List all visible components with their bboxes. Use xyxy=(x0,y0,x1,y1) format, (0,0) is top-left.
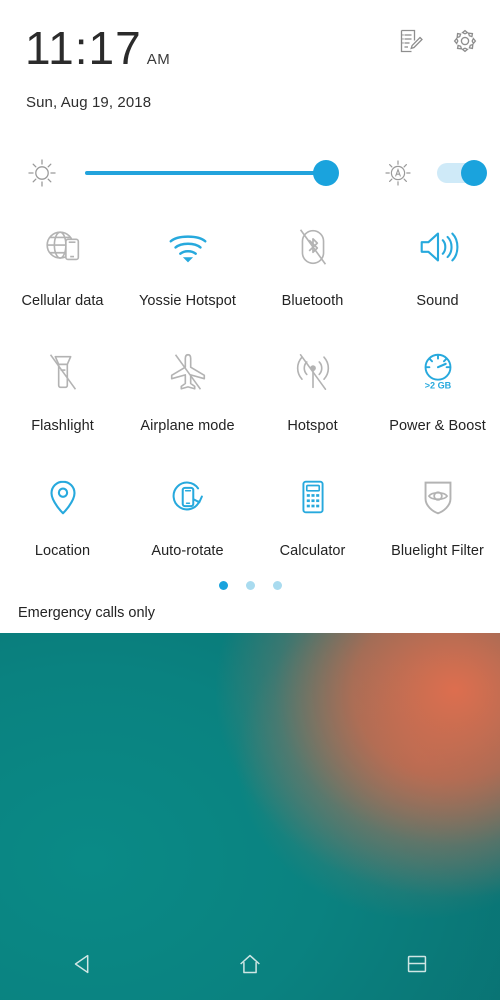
brightness-slider[interactable] xyxy=(85,160,343,186)
tile-airplane-mode[interactable]: Airplane mode xyxy=(125,340,250,465)
cellular-data-icon xyxy=(35,221,91,273)
clock-ampm: AM xyxy=(146,51,171,68)
tile-label: Hotspot xyxy=(287,418,338,434)
tile-label: Bluetooth xyxy=(281,293,344,309)
power-boost-icon: >2 GB xyxy=(410,346,466,398)
tile-label: Sound xyxy=(416,293,459,309)
tile-label: Airplane mode xyxy=(140,418,235,434)
tile-row: Location Auto-rotate Calculator Blueligh… xyxy=(0,465,500,590)
phone-screen: 11:17 AM Sun, Aug 19, 2018 Cellular data… xyxy=(0,0,500,1000)
airplane-off-icon xyxy=(160,346,216,398)
clock-time: 11:17 xyxy=(25,22,142,74)
tile-label: Calculator xyxy=(279,543,346,559)
tile-flashlight[interactable]: Flashlight xyxy=(0,340,125,465)
calculator-icon xyxy=(285,471,341,523)
edit-notes-icon[interactable] xyxy=(398,28,424,54)
flashlight-off-icon xyxy=(35,346,91,398)
page-dot-2[interactable] xyxy=(245,581,255,590)
home-button[interactable] xyxy=(218,940,282,988)
recents-button[interactable] xyxy=(385,940,449,988)
page-indicator xyxy=(0,581,500,590)
brightness-slider-thumb[interactable] xyxy=(313,160,339,186)
bluetooth-off-icon xyxy=(285,221,341,273)
clock[interactable]: 11:17 AM xyxy=(25,25,170,71)
wifi-icon xyxy=(160,221,216,273)
auto-brightness-icon xyxy=(380,155,416,191)
brightness-row xyxy=(0,148,500,198)
tile-cellular-data[interactable]: Cellular data xyxy=(0,215,125,340)
bluelight-filter-icon xyxy=(410,471,466,523)
date-label: Sun, Aug 19, 2018 xyxy=(26,94,152,111)
tile-label: Cellular data xyxy=(21,293,104,309)
back-button[interactable] xyxy=(51,940,115,988)
power-boost-badge: >2 GB xyxy=(424,380,451,390)
brightness-slider-track xyxy=(85,171,330,175)
tile-label: Bluelight Filter xyxy=(391,543,484,559)
gear-icon[interactable] xyxy=(452,28,478,54)
tile-hotspot[interactable]: Hotspot xyxy=(250,340,375,465)
navigation-bar xyxy=(0,928,500,1000)
tile-row: Cellular data Yossie Hotspot Bluetooth S… xyxy=(0,215,500,340)
auto-rotate-icon xyxy=(160,471,216,523)
page-dot-1[interactable] xyxy=(218,581,228,590)
tile-label: Auto-rotate xyxy=(151,543,224,559)
tile-bluetooth[interactable]: Bluetooth xyxy=(250,215,375,340)
page-dot-3[interactable] xyxy=(272,581,282,590)
tile-row: Flashlight Airplane mode Hotspot >2 GB P… xyxy=(0,340,500,465)
auto-brightness-toggle[interactable] xyxy=(437,160,487,186)
brightness-low-icon xyxy=(24,155,60,191)
quick-settings-tiles: Cellular data Yossie Hotspot Bluetooth S… xyxy=(0,215,500,590)
carrier-status-label: Emergency calls only xyxy=(18,605,155,621)
tile-label: Flashlight xyxy=(31,418,94,434)
tile-yossie-hotspot[interactable]: Yossie Hotspot xyxy=(125,215,250,340)
hotspot-off-icon xyxy=(285,346,341,398)
tile-label: Power & Boost xyxy=(389,418,486,434)
tile-auto-rotate[interactable]: Auto-rotate xyxy=(125,465,250,590)
tile-label: Yossie Hotspot xyxy=(139,293,236,309)
tile-power-boost[interactable]: >2 GB Power & Boost xyxy=(375,340,500,465)
sound-icon xyxy=(410,221,466,273)
tile-bluelight-filter[interactable]: Bluelight Filter xyxy=(375,465,500,590)
tile-calculator[interactable]: Calculator xyxy=(250,465,375,590)
tile-sound[interactable]: Sound xyxy=(375,215,500,340)
quick-settings-panel: 11:17 AM Sun, Aug 19, 2018 Cellular data… xyxy=(0,0,500,633)
location-pin-icon xyxy=(35,471,91,523)
tile-label: Location xyxy=(34,543,91,559)
toggle-knob xyxy=(461,160,487,186)
tile-location[interactable]: Location xyxy=(0,465,125,590)
header-icon-group xyxy=(398,28,478,54)
